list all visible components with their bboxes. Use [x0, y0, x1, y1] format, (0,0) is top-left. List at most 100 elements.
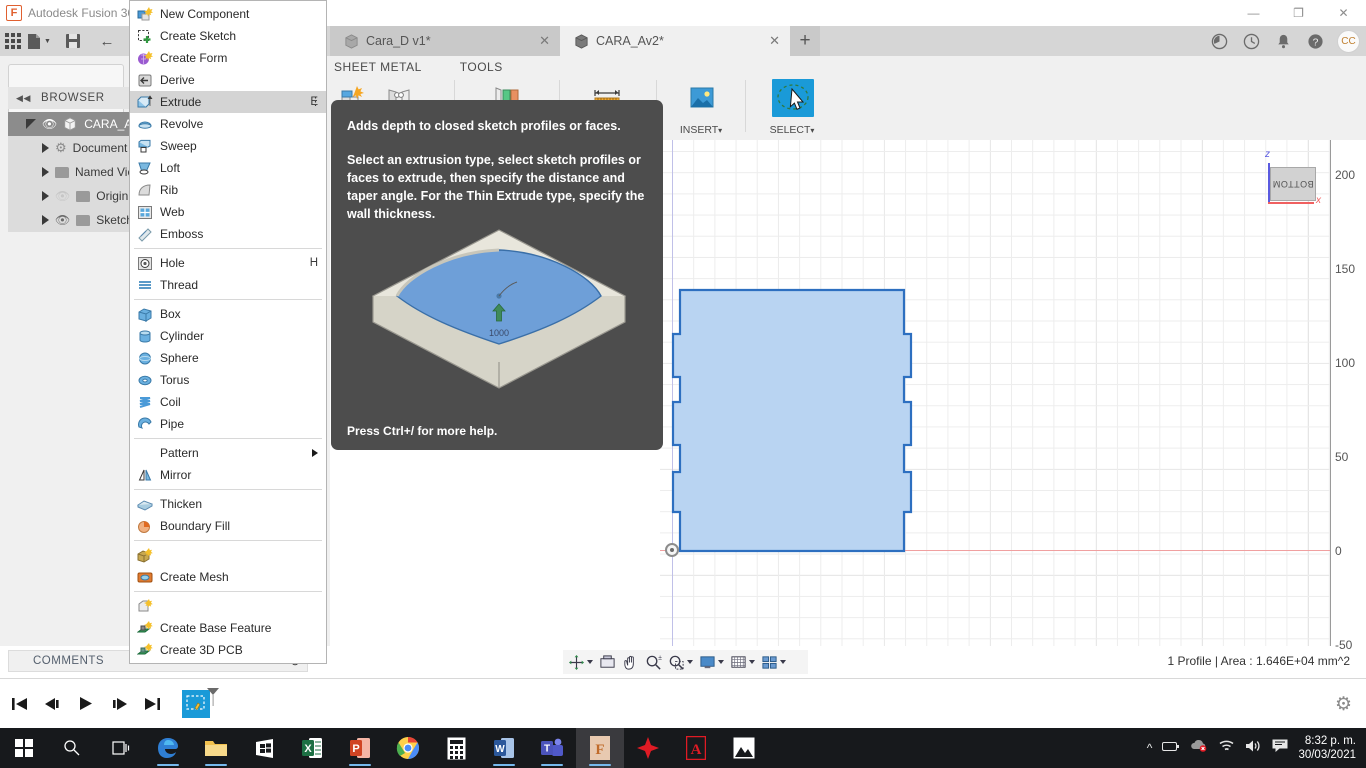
menu-item-hole[interactable]: Hole H — [130, 252, 326, 274]
document-tab-close-icon[interactable]: ✕ — [751, 33, 780, 49]
menu-item-derive[interactable]: Derive — [130, 69, 326, 91]
expand-triangle-icon[interactable] — [26, 119, 36, 129]
autodesk-icon[interactable] — [624, 728, 672, 768]
viewports-icon[interactable] — [761, 651, 786, 673]
help-icon[interactable]: ? — [1300, 26, 1330, 56]
microsoft-store-icon[interactable] — [240, 728, 288, 768]
menu-item-cylinder[interactable]: Cylinder — [130, 325, 326, 347]
expand-triangle-icon[interactable] — [42, 215, 49, 225]
timeline-sketch-feature[interactable] — [182, 687, 219, 718]
visibility-hidden-eye-icon[interactable]: 👁 — [55, 189, 70, 203]
save-icon[interactable] — [60, 28, 86, 54]
calculator-icon[interactable] — [432, 728, 480, 768]
task-view-icon[interactable] — [96, 728, 144, 768]
document-tab-cara-d[interactable]: Cara_D v1* ✕ — [330, 26, 560, 56]
menu-item-create-sketch[interactable]: Create Sketch — [130, 25, 326, 47]
look-at-icon[interactable] — [599, 651, 616, 673]
origin-point[interactable] — [665, 543, 679, 557]
chevron-down-icon[interactable] — [780, 660, 786, 664]
menu-item-create-form[interactable]: Create Form — [130, 47, 326, 69]
menu-item-pattern[interactable]: Pattern — [130, 442, 326, 464]
fusion360-icon[interactable]: F — [576, 728, 624, 768]
menu-item-overflow-icon[interactable]: ⋮ — [310, 96, 321, 107]
menu-item-create-3d-pcb[interactable]: Create Base Feature — [130, 617, 326, 639]
timeline-settings-icon[interactable]: ⚙ — [1335, 693, 1352, 716]
visibility-eye-icon[interactable]: 👁 — [42, 117, 57, 131]
expand-triangle-icon[interactable] — [42, 167, 49, 177]
menu-item-web[interactable]: Web — [130, 201, 326, 223]
menu-item-coil[interactable]: Coil — [130, 391, 326, 413]
show-hidden-icons-button[interactable]: ^ — [1147, 741, 1153, 755]
battery-icon[interactable] — [1162, 739, 1180, 757]
menu-item-sweep[interactable]: Sweep — [130, 135, 326, 157]
job-status-icon[interactable] — [1204, 26, 1234, 56]
menu-item-extrude[interactable]: Extrude E ⋮ — [130, 91, 326, 113]
go-to-end-button[interactable] — [141, 693, 163, 715]
menu-item-emboss[interactable]: Emboss — [130, 223, 326, 245]
ribbon-tab-sheet-metal[interactable]: SHEET METAL — [334, 60, 422, 74]
menu-item-create-mesh[interactable] — [130, 544, 326, 566]
chevron-down-icon[interactable] — [687, 660, 693, 664]
menu-item-create-mesh-section-sketch[interactable]: Create Mesh — [130, 566, 326, 588]
sketch-profile[interactable] — [666, 280, 926, 560]
menu-item-mirror[interactable]: Mirror — [130, 464, 326, 486]
word-icon[interactable]: W — [480, 728, 528, 768]
menu-item-thread[interactable]: Thread — [130, 274, 326, 296]
display-settings-icon[interactable] — [699, 651, 724, 673]
taskbar-clock[interactable]: 8:32 p. m. 30/03/2021 — [1298, 734, 1356, 762]
action-center-icon[interactable] — [1272, 739, 1288, 758]
menu-item-pipe[interactable]: Pipe — [130, 413, 326, 435]
notifications-icon[interactable] — [1268, 26, 1298, 56]
menu-item-sphere[interactable]: Sphere — [130, 347, 326, 369]
maximize-button[interactable]: ❐ — [1276, 0, 1321, 26]
undo-icon[interactable]: ← — [94, 28, 120, 54]
teams-icon[interactable]: T — [528, 728, 576, 768]
step-back-button[interactable] — [42, 693, 64, 715]
volume-icon[interactable] — [1245, 739, 1262, 758]
play-button[interactable] — [75, 693, 97, 715]
chevron-down-icon[interactable] — [587, 660, 593, 664]
file-explorer-icon[interactable] — [192, 728, 240, 768]
expand-triangle-icon[interactable] — [42, 143, 49, 153]
pan-icon[interactable] — [622, 651, 639, 673]
chrome-icon[interactable] — [384, 728, 432, 768]
menu-item-create-base-feature[interactable] — [130, 595, 326, 617]
view-cube[interactable]: z BOTTOM x — [1260, 145, 1324, 211]
user-avatar[interactable]: CC — [1337, 29, 1360, 53]
zoom-window-icon[interactable] — [668, 651, 693, 673]
document-tab-cara-av2[interactable]: CARA_Av2* ✕ — [560, 26, 790, 56]
menu-item-new-component[interactable]: New Component — [130, 3, 326, 25]
menu-item-thicken[interactable]: Thicken — [130, 493, 326, 515]
design-canvas[interactable] — [660, 140, 1366, 646]
minimize-button[interactable]: — — [1231, 0, 1276, 26]
step-forward-button[interactable] — [108, 693, 130, 715]
search-icon[interactable] — [48, 728, 96, 768]
chevron-down-icon[interactable] — [718, 660, 724, 664]
collapse-panel-icon[interactable]: ◀◀ — [16, 93, 31, 104]
new-tab-button[interactable]: + — [790, 26, 820, 56]
visibility-eye-icon[interactable]: 👁 — [55, 213, 70, 227]
ribbon-tab-tools[interactable]: TOOLS — [460, 60, 503, 74]
zoom-icon[interactable]: ± — [645, 651, 662, 673]
menu-item-box[interactable]: Box — [130, 303, 326, 325]
recent-activity-icon[interactable] — [1236, 26, 1266, 56]
document-tab-close-icon[interactable]: ✕ — [521, 33, 550, 49]
menu-item-torus[interactable]: Torus — [130, 369, 326, 391]
chevron-down-icon[interactable] — [749, 660, 755, 664]
view-cube-face[interactable]: BOTTOM — [1270, 167, 1316, 201]
powerpoint-icon[interactable]: P — [336, 728, 384, 768]
menu-item-revolve[interactable]: Revolve — [130, 113, 326, 135]
new-file-icon[interactable]: ▼ — [26, 28, 52, 54]
acrobat-reader-icon[interactable]: A — [672, 728, 720, 768]
photos-icon[interactable] — [720, 728, 768, 768]
menu-item-derive-pcb-from-sketch[interactable]: Create 3D PCB — [130, 639, 326, 661]
menu-item-rib[interactable]: Rib — [130, 179, 326, 201]
app-grid-icon[interactable] — [0, 28, 26, 54]
expand-triangle-icon[interactable] — [42, 191, 49, 201]
orbit-icon[interactable] — [568, 651, 593, 673]
menu-item-loft[interactable]: Loft — [130, 157, 326, 179]
ribbon-group-label-insert[interactable]: INSERT▾ — [661, 124, 741, 136]
start-button[interactable] — [0, 728, 48, 768]
onedrive-error-icon[interactable] — [1190, 739, 1208, 757]
menu-item-boundary-fill[interactable]: Boundary Fill — [130, 515, 326, 537]
